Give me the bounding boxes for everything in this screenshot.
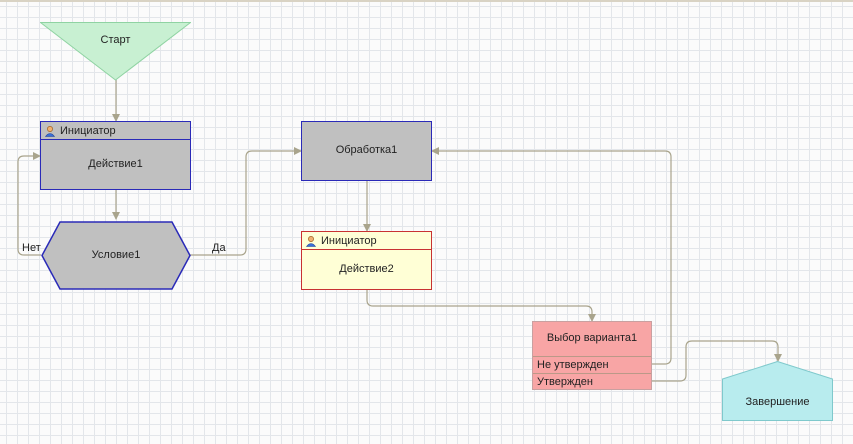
action2-role: Инициатор <box>321 234 377 247</box>
person-icon <box>44 125 56 137</box>
action1-node[interactable]: Инициатор Действие1 <box>40 121 191 190</box>
action2-header: Инициатор <box>302 232 431 250</box>
action2-label: Действие2 <box>339 263 394 275</box>
action1-label: Действие1 <box>88 158 143 170</box>
start-shape <box>40 22 191 81</box>
processing1-label: Обработка1 <box>335 144 398 156</box>
edge-label-no: Нет <box>22 242 41 254</box>
choice1-option-approved[interactable]: Утвержден <box>533 373 651 390</box>
choice1-option-approved-label: Утвержден <box>537 376 593 388</box>
choice1-option-not-approved[interactable]: Не утвержден <box>533 356 651 373</box>
end-node[interactable]: Завершение <box>722 361 833 421</box>
edge-condition1-no-to-action1[interactable] <box>17 152 41 256</box>
action1-role: Инициатор <box>60 124 116 137</box>
person-icon <box>305 235 317 247</box>
action2-node[interactable]: Инициатор Действие2 <box>301 231 432 290</box>
choice1-node[interactable]: Выбор варианта1 Не утвержден Утвержден <box>532 321 652 390</box>
action1-header: Инициатор <box>41 122 190 140</box>
choice1-option-not-approved-label: Не утвержден <box>537 359 609 371</box>
choice1-label: Выбор варианта1 <box>546 332 638 344</box>
edge-condition1-yes-to-processing1[interactable] <box>190 147 302 256</box>
edge-action2-to-choice1[interactable] <box>366 290 596 322</box>
condition1-label: Условие1 <box>91 249 141 261</box>
end-label: Завершение <box>745 396 810 408</box>
processing1-node[interactable]: Обработка1 <box>301 121 432 181</box>
start-label: Старт <box>100 34 131 46</box>
start-node[interactable]: Старт <box>40 22 191 81</box>
end-shape <box>722 361 833 421</box>
condition1-node[interactable]: Условие1 <box>41 221 191 290</box>
edge-label-yes: Да <box>212 242 226 254</box>
